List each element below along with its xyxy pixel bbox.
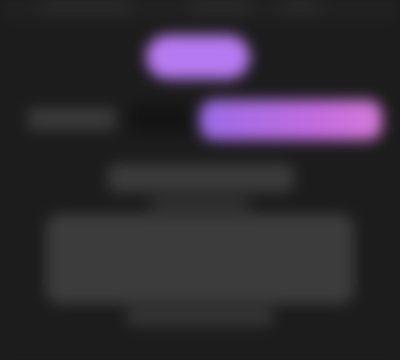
content-card	[38, 150, 362, 338]
blurred-screen	[0, 0, 400, 360]
card-footer-text	[126, 308, 274, 326]
card-subtitle	[150, 198, 250, 210]
progress-bar	[200, 100, 382, 140]
tab-2[interactable]	[190, 0, 250, 14]
tab-1[interactable]	[40, 0, 130, 14]
dark-chip	[128, 104, 192, 134]
tab-3[interactable]	[280, 0, 320, 14]
card-body-text	[46, 214, 354, 304]
progress-bar-fill	[200, 100, 382, 140]
card-title	[108, 164, 294, 192]
primary-pill-button[interactable]	[146, 35, 250, 79]
top-tab-strip	[0, 0, 400, 18]
row-label	[28, 108, 116, 130]
